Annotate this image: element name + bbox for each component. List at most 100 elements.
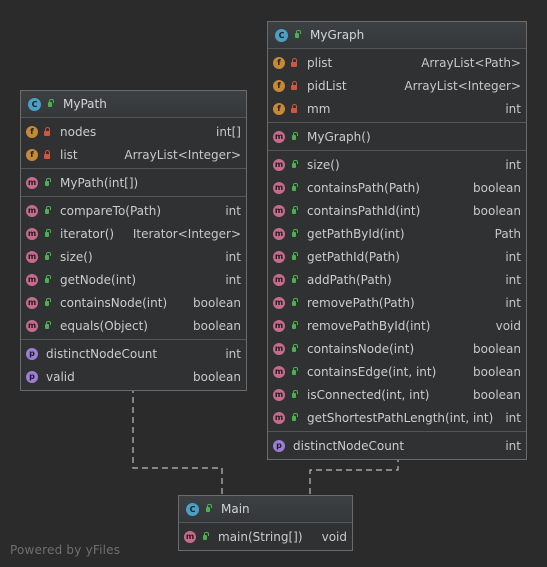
method-row[interactable]: m getNode(int) int — [21, 268, 246, 291]
field-row[interactable]: f mm int — [268, 97, 526, 120]
member-name: valid — [46, 369, 75, 384]
property-row[interactable]: p distinctNodeCount int — [268, 434, 526, 457]
field-icon: f — [273, 102, 285, 115]
field-icon: f — [26, 125, 38, 138]
footer-credit: Powered by yFiles — [10, 543, 121, 557]
class-mypath[interactable]: C MyPath f nodes int[] f list ArrayList<Integ… — [20, 90, 247, 391]
method-row[interactable]: m compareTo(Path) int — [21, 199, 246, 222]
method-row[interactable]: m getPathId(Path) int — [268, 245, 526, 268]
private-icon — [289, 57, 299, 68]
member-type: Path — [494, 226, 521, 241]
method-row[interactable]: m removePathById(int) void — [268, 314, 526, 337]
section-fields: f nodes int[] f list ArrayList<Integer> — [21, 118, 246, 169]
field-row[interactable]: f nodes int[] — [21, 120, 246, 143]
member-name: containsNode(int) — [307, 341, 415, 356]
method-row[interactable]: m containsEdge(int, int) boolean — [268, 360, 526, 383]
method-icon: m — [184, 530, 196, 543]
member-name: getShortestPathLength(int, int) — [307, 410, 494, 425]
member-name: MyPath(int[]) — [60, 175, 139, 190]
section-constructors: m MyGraph() — [268, 123, 526, 151]
member-type: int — [505, 410, 521, 425]
method-icon: m — [26, 319, 38, 332]
public-icon — [289, 159, 299, 170]
method-row[interactable]: m containsNode(int) boolean — [268, 337, 526, 360]
field-icon: f — [273, 79, 285, 92]
member-type: int — [505, 272, 521, 287]
public-icon — [292, 30, 302, 40]
method-icon: m — [26, 250, 38, 263]
public-icon — [200, 531, 210, 542]
method-row[interactable]: m containsPathId(int) boolean — [268, 199, 526, 222]
public-icon — [289, 182, 299, 193]
method-row[interactable]: m isConnected(int, int) boolean — [268, 383, 526, 406]
section-properties: p distinctNodeCount int p valid boolean — [21, 340, 246, 390]
member-name: getNode(int) — [60, 272, 137, 287]
member-type: int — [225, 249, 241, 264]
property-row[interactable]: p distinctNodeCount int — [21, 342, 246, 365]
section-constructors: m MyPath(int[]) — [21, 169, 246, 197]
method-icon: m — [273, 365, 285, 378]
method-icon: m — [26, 227, 38, 240]
class-members: m main(String[]) void — [179, 523, 352, 550]
class-icon: C — [28, 97, 41, 111]
method-row[interactable]: m getPathById(int) Path — [268, 222, 526, 245]
member-name: containsPathId(int) — [307, 203, 421, 218]
public-icon — [289, 205, 299, 216]
method-row[interactable]: m getShortestPathLength(int, int) int — [268, 406, 526, 429]
member-name: pidList — [307, 78, 347, 93]
method-row[interactable]: m MyPath(int[]) — [21, 171, 246, 194]
public-icon — [42, 251, 52, 262]
class-mygraph[interactable]: C MyGraph f plist ArrayList<Path> f pidList A… — [267, 21, 527, 460]
class-header[interactable]: C MyPath — [21, 91, 246, 118]
class-icon: C — [186, 502, 199, 516]
member-name: MyGraph() — [307, 129, 371, 144]
member-name: containsPath(Path) — [307, 180, 420, 195]
field-row[interactable]: f plist ArrayList<Path> — [268, 51, 526, 74]
method-row[interactable]: m removePath(Path) int — [268, 291, 526, 314]
method-icon: m — [273, 319, 285, 332]
member-name: containsEdge(int, int) — [307, 364, 437, 379]
section-fields: f plist ArrayList<Path> f pidList ArrayList<I… — [268, 49, 526, 123]
method-icon: m — [273, 296, 285, 309]
property-icon: p — [26, 347, 38, 360]
method-row[interactable]: m iterator() Iterator<Integer> — [21, 222, 246, 245]
class-header[interactable]: C MyGraph — [268, 22, 526, 49]
method-row[interactable]: m containsPath(Path) boolean — [268, 176, 526, 199]
method-icon: m — [273, 227, 285, 240]
member-name: removePathById(int) — [307, 318, 431, 333]
method-row[interactable]: m MyGraph() — [268, 125, 526, 148]
method-row[interactable]: m size() int — [268, 153, 526, 176]
class-header[interactable]: C Main — [179, 496, 352, 523]
member-type: int — [505, 101, 521, 116]
edge-main-to-mypath — [132, 378, 223, 494]
member-type: int — [225, 346, 241, 361]
property-row[interactable]: p valid boolean — [21, 365, 246, 388]
public-icon — [289, 366, 299, 377]
member-type: int — [505, 249, 521, 264]
member-name: nodes — [60, 124, 97, 139]
public-icon — [203, 504, 213, 514]
field-row[interactable]: f list ArrayList<Integer> — [21, 143, 246, 166]
member-name: list — [60, 147, 78, 162]
method-row[interactable]: m addPath(Path) int — [268, 268, 526, 291]
method-row[interactable]: m containsNode(int) boolean — [21, 291, 246, 314]
member-type: void — [495, 318, 521, 333]
method-row[interactable]: m main(String[]) void — [179, 525, 352, 548]
method-icon: m — [26, 176, 38, 189]
class-main[interactable]: C Main m main(String[]) void — [178, 495, 353, 551]
member-name: plist — [307, 55, 333, 70]
public-icon — [289, 412, 299, 423]
member-name: getPathById(int) — [307, 226, 405, 241]
member-type: int — [225, 203, 241, 218]
public-icon — [42, 177, 52, 188]
method-row[interactable]: m size() int — [21, 245, 246, 268]
member-type: boolean — [473, 203, 521, 218]
public-icon — [289, 320, 299, 331]
method-row[interactable]: m equals(Object) boolean — [21, 314, 246, 337]
method-icon: m — [273, 181, 285, 194]
public-icon — [42, 320, 52, 331]
member-name: size() — [60, 249, 93, 264]
field-row[interactable]: f pidList ArrayList<Integer> — [268, 74, 526, 97]
member-type: boolean — [193, 295, 241, 310]
member-name: distinctNodeCount — [293, 438, 405, 453]
